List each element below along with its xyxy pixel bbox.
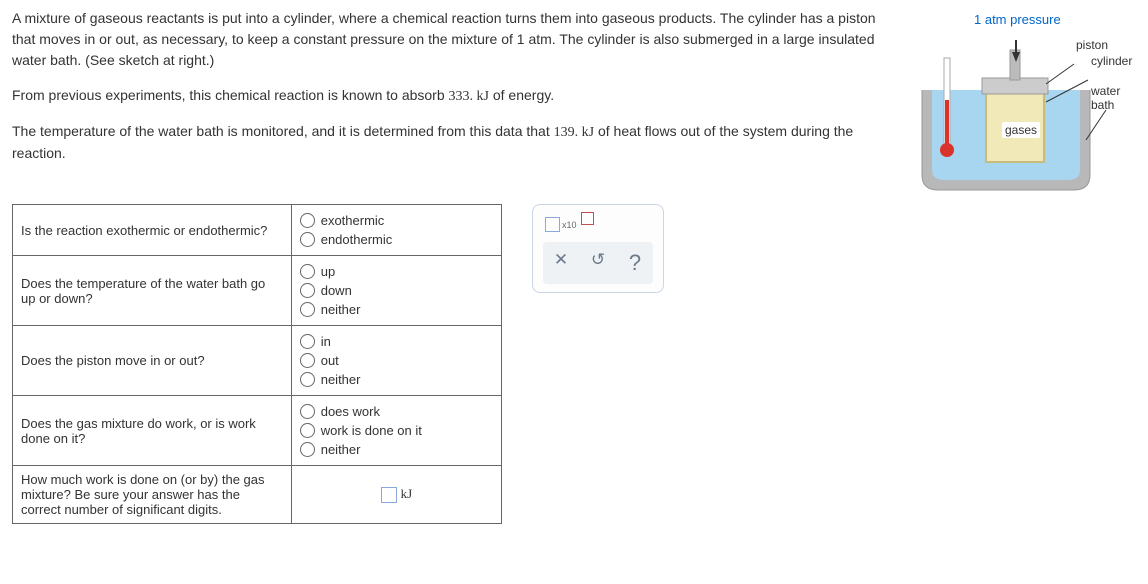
q3-text: Does the piston move in or out? [13, 326, 292, 396]
q1-opt-exothermic[interactable]: exothermic [300, 211, 493, 230]
radio-icon [300, 442, 315, 457]
radio-icon [300, 302, 315, 317]
q3-opt1-label: out [321, 353, 339, 368]
q3-opt0-label: in [321, 334, 331, 349]
sci-notation-tool[interactable]: x10 [543, 213, 653, 242]
pressure-label: 1 atm pressure [974, 12, 1061, 27]
q2-opt-up[interactable]: up [300, 262, 493, 281]
arrow-down-icon [1012, 52, 1020, 62]
radio-icon [300, 353, 315, 368]
q4-opt2-label: neither [321, 442, 361, 457]
radio-icon [300, 372, 315, 387]
q2-text: Does the temperature of the water bath g… [13, 256, 292, 326]
radio-icon [300, 213, 315, 228]
question-table: Is the reaction exothermic or endothermi… [12, 204, 502, 524]
q2-opt0-label: up [321, 264, 335, 279]
problem-p2b: of energy. [489, 87, 554, 103]
q4-opt1-label: work is done on it [321, 423, 422, 438]
help-button[interactable]: ? [623, 250, 647, 276]
problem-value-absorb: 333. kJ [449, 89, 489, 104]
radio-icon [300, 283, 315, 298]
radio-icon [300, 423, 315, 438]
q2-opt2-label: neither [321, 302, 361, 317]
q3-opt-neither[interactable]: neither [300, 370, 493, 389]
q2-opt-down[interactable]: down [300, 281, 493, 300]
q1-opt1-label: endothermic [321, 232, 393, 247]
apparatus-figure: 1 atm pressure piston cylinder water bat… [916, 12, 1136, 203]
q5-unit: kJ [401, 486, 413, 501]
q2-opt1-label: down [321, 283, 352, 298]
piston-label: piston [1076, 38, 1108, 52]
problem-p1: A mixture of gaseous reactants is put in… [12, 10, 876, 68]
q1-opt0-label: exothermic [321, 213, 385, 228]
cylinder-label: cylinder [1091, 54, 1132, 68]
waterbath-label: water bath [1091, 84, 1136, 112]
radio-icon [300, 232, 315, 247]
q1-opt-endothermic[interactable]: endothermic [300, 230, 493, 249]
q5-input[interactable] [381, 487, 397, 503]
x10-label: x10 [562, 220, 577, 230]
clear-button[interactable]: ✕ [549, 250, 573, 276]
problem-p3a: The temperature of the water bath is mon… [12, 123, 554, 139]
problem-p2a: From previous experiments, this chemical… [12, 87, 449, 103]
q4-opt-neither[interactable]: neither [300, 440, 493, 459]
problem-statement: A mixture of gaseous reactants is put in… [12, 8, 896, 164]
problem-value-heat: 139. kJ [554, 125, 594, 140]
q5-text: How much work is done on (or by) the gas… [13, 466, 292, 524]
checkbox-icon [545, 217, 560, 232]
radio-icon [300, 334, 315, 349]
q1-text: Is the reaction exothermic or endothermi… [13, 205, 292, 256]
q3-opt2-label: neither [321, 372, 361, 387]
radio-icon [300, 404, 315, 419]
q4-opt0-label: does work [321, 404, 380, 419]
reset-button[interactable]: ↺ [586, 250, 610, 276]
tool-card: x10 ✕ ↺ ? [532, 204, 664, 293]
gases-label: gases [1002, 122, 1040, 138]
q3-opt-in[interactable]: in [300, 332, 493, 351]
q2-opt-neither[interactable]: neither [300, 300, 493, 319]
q3-opt-out[interactable]: out [300, 351, 493, 370]
q4-opt-doeswork[interactable]: does work [300, 402, 493, 421]
q4-opt-workdoneon[interactable]: work is done on it [300, 421, 493, 440]
radio-icon [300, 264, 315, 279]
exponent-box-icon [581, 212, 594, 225]
q4-text: Does the gas mixture do work, or is work… [13, 396, 292, 466]
